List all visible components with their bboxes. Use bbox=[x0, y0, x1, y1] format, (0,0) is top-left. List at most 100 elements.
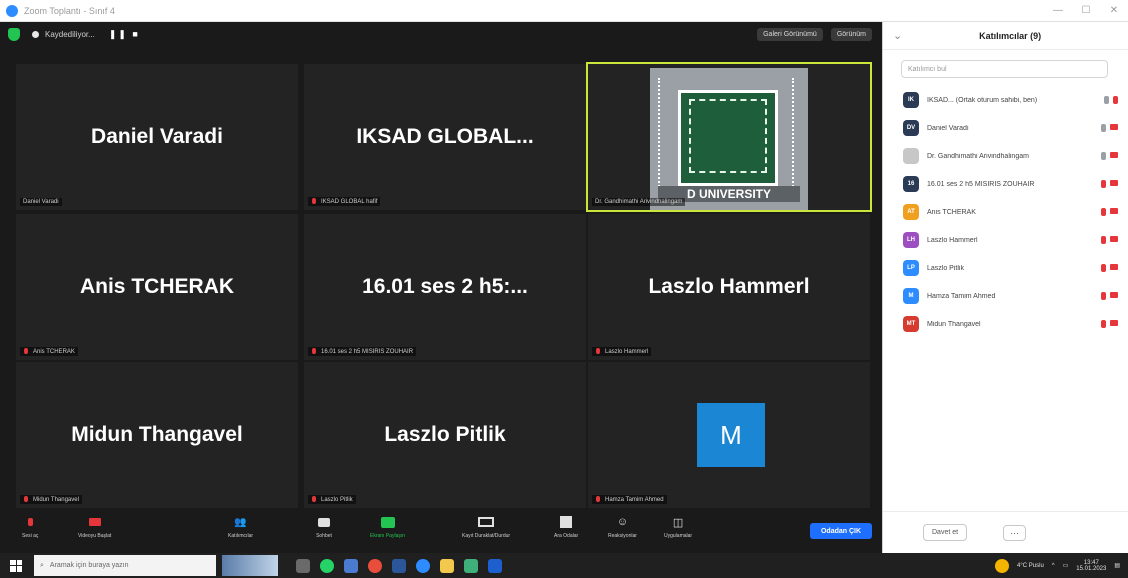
photos-icon[interactable] bbox=[344, 558, 358, 573]
close-icon[interactable]: ✕ bbox=[1100, 0, 1128, 22]
muted-mic-icon bbox=[1101, 180, 1106, 188]
excel-icon[interactable] bbox=[464, 558, 478, 573]
leave-meeting-button[interactable]: Odadan ÇIK bbox=[810, 523, 872, 539]
tile-caption: Laszlo Pitlik bbox=[308, 495, 356, 504]
chevron-up-icon[interactable]: ^ bbox=[1052, 563, 1055, 569]
avatar: IK bbox=[903, 92, 919, 108]
taskbar-search-input[interactable]: ⌕ Aramak için buraya yazın bbox=[34, 555, 216, 576]
chrome-icon[interactable] bbox=[368, 558, 382, 573]
participant-status bbox=[1101, 292, 1118, 300]
chat-button[interactable]: Sohbet bbox=[316, 515, 332, 539]
share-screen-button[interactable]: Ekranı Paylaşın bbox=[370, 515, 405, 539]
recording-label: Kaydediliyor... bbox=[45, 29, 95, 39]
participant-status bbox=[1101, 236, 1118, 244]
unmute-button[interactable]: Sesi aç bbox=[22, 515, 38, 539]
view-button[interactable]: Galeri Görünümü bbox=[757, 27, 823, 41]
participant-row[interactable]: LP Laszlo Pitlik bbox=[903, 254, 1118, 282]
reactions-button[interactable]: ☺ Reaksiyonlar bbox=[608, 515, 637, 539]
start-video-button[interactable]: Videoyu Başlat bbox=[78, 515, 111, 539]
word-icon[interactable] bbox=[392, 558, 406, 573]
muted-mic-icon bbox=[311, 198, 317, 205]
weather-text[interactable]: 4°C Puslu bbox=[1017, 563, 1044, 569]
mic-icon bbox=[1101, 124, 1106, 132]
clock[interactable]: 13:47 15.01.2023 bbox=[1076, 560, 1106, 572]
search-icon: ⌕ bbox=[40, 561, 44, 569]
video-tile[interactable]: Laszlo Pitlik Laszlo Pitlik bbox=[304, 362, 586, 508]
chevron-down-icon[interactable]: ⌄ bbox=[893, 29, 902, 42]
video-tile[interactable]: IKSAD GLOBAL... IKSAD GLOBAL hafif bbox=[304, 64, 586, 210]
search-placeholder: Aramak için buraya yazın bbox=[49, 562, 129, 569]
muted-mic-icon bbox=[1113, 96, 1118, 104]
video-off-icon bbox=[1110, 292, 1118, 298]
participant-search-input[interactable]: Katılımcı bul bbox=[901, 60, 1108, 78]
recording-indicator: Kaydediliyor... ❚❚ ■ bbox=[32, 29, 140, 40]
tile-caption: Dr. Gandhimathi Arivindhalingam bbox=[592, 198, 686, 206]
chat-label: Sohbet bbox=[316, 533, 332, 539]
participants-button[interactable]: 👥 Katılımcılar bbox=[228, 515, 253, 540]
muted-mic-icon bbox=[1101, 264, 1106, 272]
video-tile[interactable]: Anis TCHERAK Anis TCHERAK bbox=[16, 214, 298, 360]
breakout-rooms-button[interactable]: Ara Odalar bbox=[554, 515, 578, 539]
university-logo: D UNIVERSITY bbox=[650, 68, 808, 210]
start-button-icon[interactable] bbox=[10, 559, 22, 572]
participant-name: Dr. Gandhimathi Arivindhalingam bbox=[927, 152, 1029, 160]
participant-row[interactable]: Dr. Gandhimathi Arivindhalingam bbox=[903, 142, 1118, 170]
participants-panel: ⌄ Katılımcılar (9) Katılımcı bul IK IKSA… bbox=[882, 22, 1128, 553]
maximize-icon[interactable]: ☐ bbox=[1072, 0, 1100, 22]
whatsapp-icon[interactable] bbox=[320, 558, 334, 573]
participant-row[interactable]: LH Laszlo Hammerl bbox=[903, 226, 1118, 254]
mic-icon bbox=[1104, 96, 1109, 104]
record-button[interactable]: Kayıt Duraklat/Durdur bbox=[462, 515, 510, 539]
caption-text: Hamza Tamim Ahmed bbox=[605, 496, 664, 503]
search-highlight-image[interactable] bbox=[222, 555, 278, 576]
file-explorer-icon[interactable] bbox=[440, 558, 454, 573]
participants-icon: 👥 bbox=[234, 516, 247, 528]
window-title: Zoom Toplantı - Sınıf 4 bbox=[24, 5, 115, 16]
gallery-view-button[interactable]: Görünüm bbox=[830, 27, 872, 41]
task-view-icon[interactable] bbox=[296, 558, 310, 573]
participant-status bbox=[1101, 180, 1118, 188]
participant-row[interactable]: MT Midun Thangavel bbox=[903, 310, 1118, 338]
participant-status bbox=[1101, 320, 1118, 328]
notification-icon[interactable]: ▤ bbox=[1114, 562, 1120, 569]
muted-mic-icon bbox=[311, 496, 317, 503]
tile-name: IKSAD GLOBAL... bbox=[356, 125, 534, 148]
mic-icon bbox=[1101, 152, 1106, 160]
record-icon bbox=[478, 515, 495, 529]
logo-ornament bbox=[792, 78, 798, 198]
caption-text: Laszlo Hammerl bbox=[605, 348, 649, 355]
video-off-icon bbox=[87, 515, 103, 529]
tile-name: Laszlo Hammerl bbox=[648, 275, 810, 298]
participant-row[interactable]: AT Anis TCHERAK bbox=[903, 198, 1118, 226]
recording-controls[interactable]: ❚❚ ■ bbox=[109, 29, 140, 40]
security-shield-icon[interactable] bbox=[8, 27, 20, 41]
video-tile[interactable]: 16.01 ses 2 h5:... 16.01 ses 2 h5 MISIRI… bbox=[304, 214, 586, 360]
apps-button[interactable]: ◫ Uygulamalar bbox=[664, 515, 692, 540]
minimize-icon[interactable]: — bbox=[1044, 0, 1072, 22]
zoom-taskbar-icon[interactable] bbox=[416, 558, 430, 573]
zoom-app-icon bbox=[6, 4, 18, 17]
more-options-button[interactable]: ··· bbox=[1003, 524, 1027, 541]
panel-footer: Davet et ··· bbox=[883, 511, 1128, 553]
taskbar-apps bbox=[296, 558, 502, 573]
reactions-icon: ☺ bbox=[616, 516, 629, 528]
participant-row[interactable]: IK IKSAD... (Ortak oturum sahibi, ben) bbox=[903, 86, 1118, 114]
muted-mic-icon bbox=[1101, 320, 1106, 328]
invite-button[interactable]: Davet et bbox=[923, 524, 968, 541]
caption-text: IKSAD GLOBAL hafif bbox=[321, 198, 378, 205]
participant-row[interactable]: 16 16.01 ses 2 h5 MISIRIS ZOUHAIR bbox=[903, 170, 1118, 198]
participant-status bbox=[1101, 152, 1118, 160]
muted-mic-icon bbox=[23, 496, 29, 503]
active-app-icon[interactable] bbox=[488, 558, 502, 573]
video-tile[interactable]: Laszlo Hammerl Laszlo Hammerl bbox=[588, 214, 870, 360]
video-tile[interactable]: Daniel Varadi Daniel Varadi bbox=[16, 64, 298, 210]
breakout-rooms-icon bbox=[558, 515, 574, 529]
network-icon[interactable]: ▭ bbox=[1063, 562, 1069, 569]
participant-row[interactable]: M Hamza Tamim Ahmed bbox=[903, 282, 1118, 310]
participant-row[interactable]: DV Daniel Varadi bbox=[903, 114, 1118, 142]
video-tile[interactable]: Midun Thangavel Midun Thangavel bbox=[16, 362, 298, 508]
video-tile-active-speaker[interactable]: D UNIVERSITY Dr. Gandhimathi Arivindhali… bbox=[586, 62, 872, 212]
participant-status bbox=[1104, 96, 1118, 104]
video-tile[interactable]: M Hamza Tamim Ahmed bbox=[588, 362, 870, 508]
share-label: Ekranı Paylaşın bbox=[370, 533, 406, 539]
